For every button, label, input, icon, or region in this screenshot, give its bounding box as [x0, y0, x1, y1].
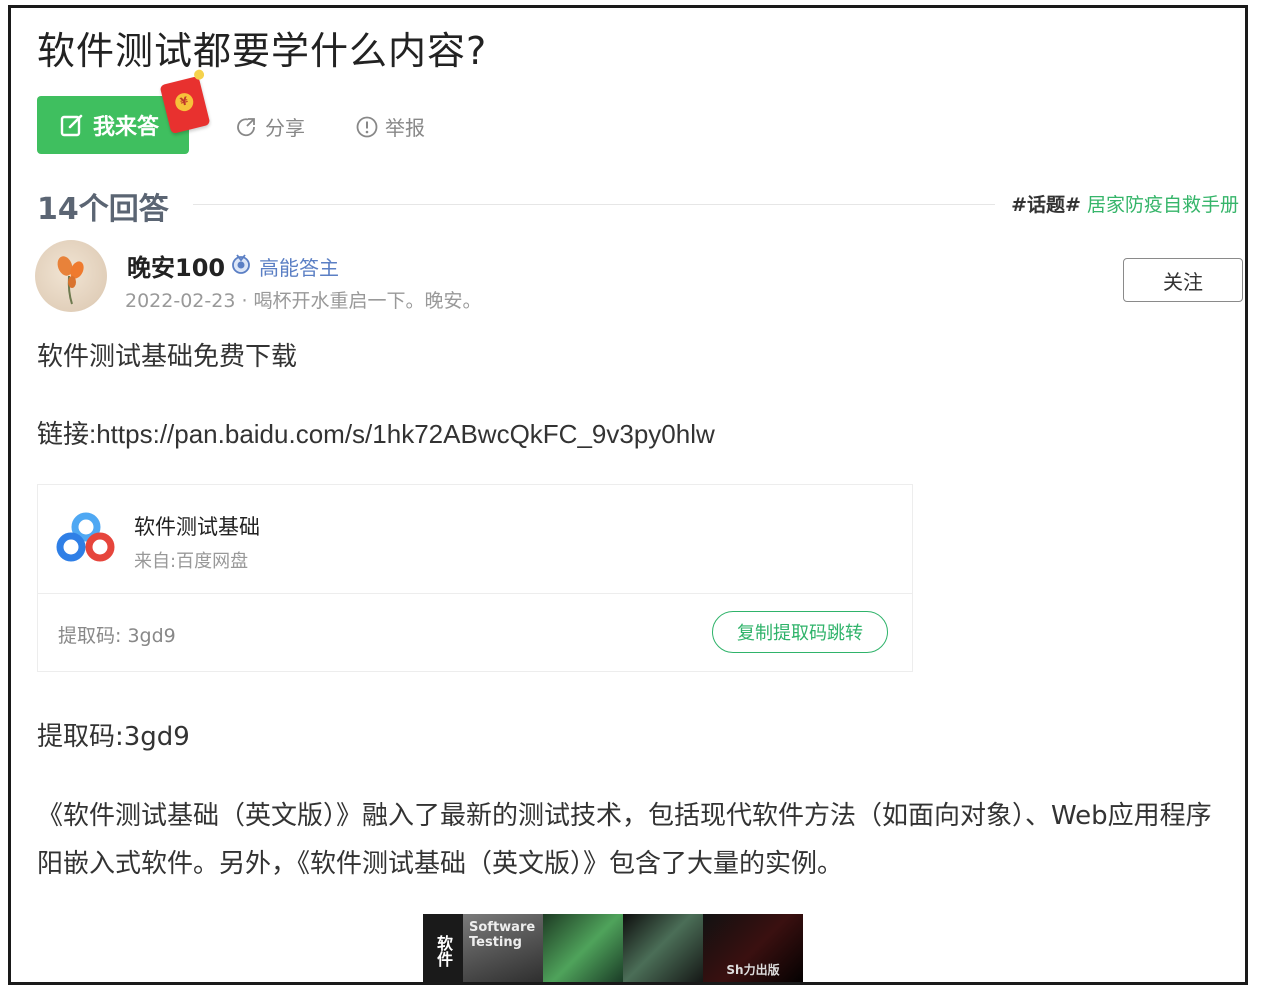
book-spine: 软件 [423, 914, 463, 982]
medal-icon [232, 254, 250, 274]
flower-image [57, 256, 84, 305]
question-title: 软件测试都要学什么内容? [37, 29, 488, 73]
book-cover-image: 软件 Software Testing Sh力出版 [423, 914, 803, 982]
follow-button[interactable]: 关注 [1123, 258, 1243, 302]
answer-count: 14个回答 [37, 192, 169, 227]
share-card-source: 来自:百度网盘 [134, 551, 249, 572]
share-card-header[interactable]: 软件测试基础 来自:百度网盘 [38, 485, 912, 594]
share-card-title: 软件测试基础 [134, 515, 260, 539]
answer-page: 软件测试都要学什么内容? 我来答 ¥ 分享 举报 14个回答 #话题# 居家防疫… [8, 5, 1248, 985]
share-button[interactable]: 分享 [235, 112, 305, 141]
topic-tag: #话题# [1011, 194, 1081, 216]
warning-icon [356, 116, 378, 137]
book-art-2 [623, 914, 703, 982]
answer-paragraph: 《软件测试基础（英文版）》融入了最新的测试技术，包括现代软件方法（如面向对象）、… [37, 801, 1212, 879]
answer-code-line: 提取码:3gd9 [37, 722, 190, 752]
edit-icon [60, 114, 83, 137]
avatar[interactable] [35, 240, 107, 312]
share-card-code: 提取码: 3gd9 [58, 625, 176, 647]
topic-link[interactable]: #话题# 居家防疫自救手册 [1011, 190, 1239, 217]
topic-name[interactable]: 居家防疫自救手册 [1087, 190, 1239, 217]
answer-meta: 2022-02-23 · 喝杯开水重启一下。晚安。 [125, 290, 482, 312]
report-button[interactable]: 举报 [355, 112, 425, 141]
baidu-netdisk-icon [56, 512, 115, 562]
report-label: 举报 [385, 116, 425, 140]
copy-code-button[interactable]: 复制提取码跳转 [712, 611, 888, 653]
share-icon [237, 117, 255, 136]
book-front-title: Software Testing [463, 914, 543, 982]
divider [193, 204, 995, 205]
answer-link-line[interactable]: 链接:https://pan.baidu.com/s/1hk72ABwcQkFC… [37, 414, 715, 451]
answer-button-label: 我来答 [93, 115, 160, 140]
answer-line-1: 软件测试基础免费下载 [37, 342, 298, 372]
book-art-1 [543, 914, 623, 982]
author-name[interactable]: 晚安100 [127, 248, 225, 283]
author-badge: 高能答主 [259, 256, 339, 280]
book-band: Sh力出版 [703, 914, 803, 982]
share-label: 分享 [265, 116, 305, 140]
share-card[interactable]: 软件测试基础 来自:百度网盘 提取码: 3gd9 复制提取码跳转 [37, 484, 913, 672]
